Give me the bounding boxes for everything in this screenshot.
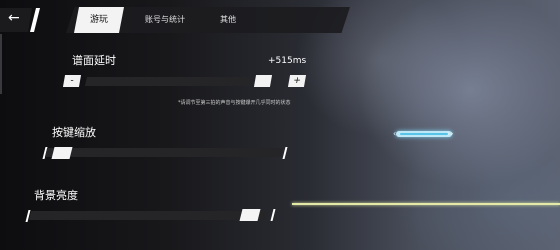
bg-brightness-label: 背景亮度 — [34, 189, 78, 202]
bg-brightness-slider-thumb[interactable] — [239, 209, 261, 221]
bg-brightness-slider-track[interactable] — [28, 211, 268, 220]
preview-tap-note — [396, 131, 452, 137]
header-divider — [30, 8, 40, 32]
side-divider — [0, 34, 2, 94]
tab-play[interactable]: 游玩 — [74, 7, 124, 33]
bg-brightness-max-tick — [270, 209, 276, 221]
arrow-left-icon[interactable]: ← — [8, 10, 20, 26]
top-bar: ← 游玩 账号与统计 其他 — [0, 0, 350, 34]
tab-other[interactable]: 其他 — [208, 7, 248, 33]
offset-increase-button[interactable]: + — [287, 75, 307, 87]
judge-line — [292, 203, 560, 205]
key-scale-max-tick — [282, 147, 288, 159]
key-scale-slider-track[interactable] — [44, 148, 284, 157]
key-scale-label: 按键缩放 — [52, 126, 96, 139]
offset-label: 谱面延时 — [72, 54, 116, 67]
offset-slider-thumb[interactable] — [253, 75, 273, 87]
offset-value: +515ms — [268, 56, 307, 66]
preview-note-right-marker: ›› — [447, 129, 454, 138]
offset-slider-track[interactable] — [84, 77, 254, 86]
offset-hint-text: *请调节至第三拍的声音与按键爆开几乎同时的状态 — [178, 100, 291, 106]
offset-decrease-button[interactable]: - — [62, 75, 82, 87]
tab-account-stats[interactable]: 账号与统计 — [140, 7, 190, 33]
key-scale-slider-thumb[interactable] — [51, 147, 73, 159]
